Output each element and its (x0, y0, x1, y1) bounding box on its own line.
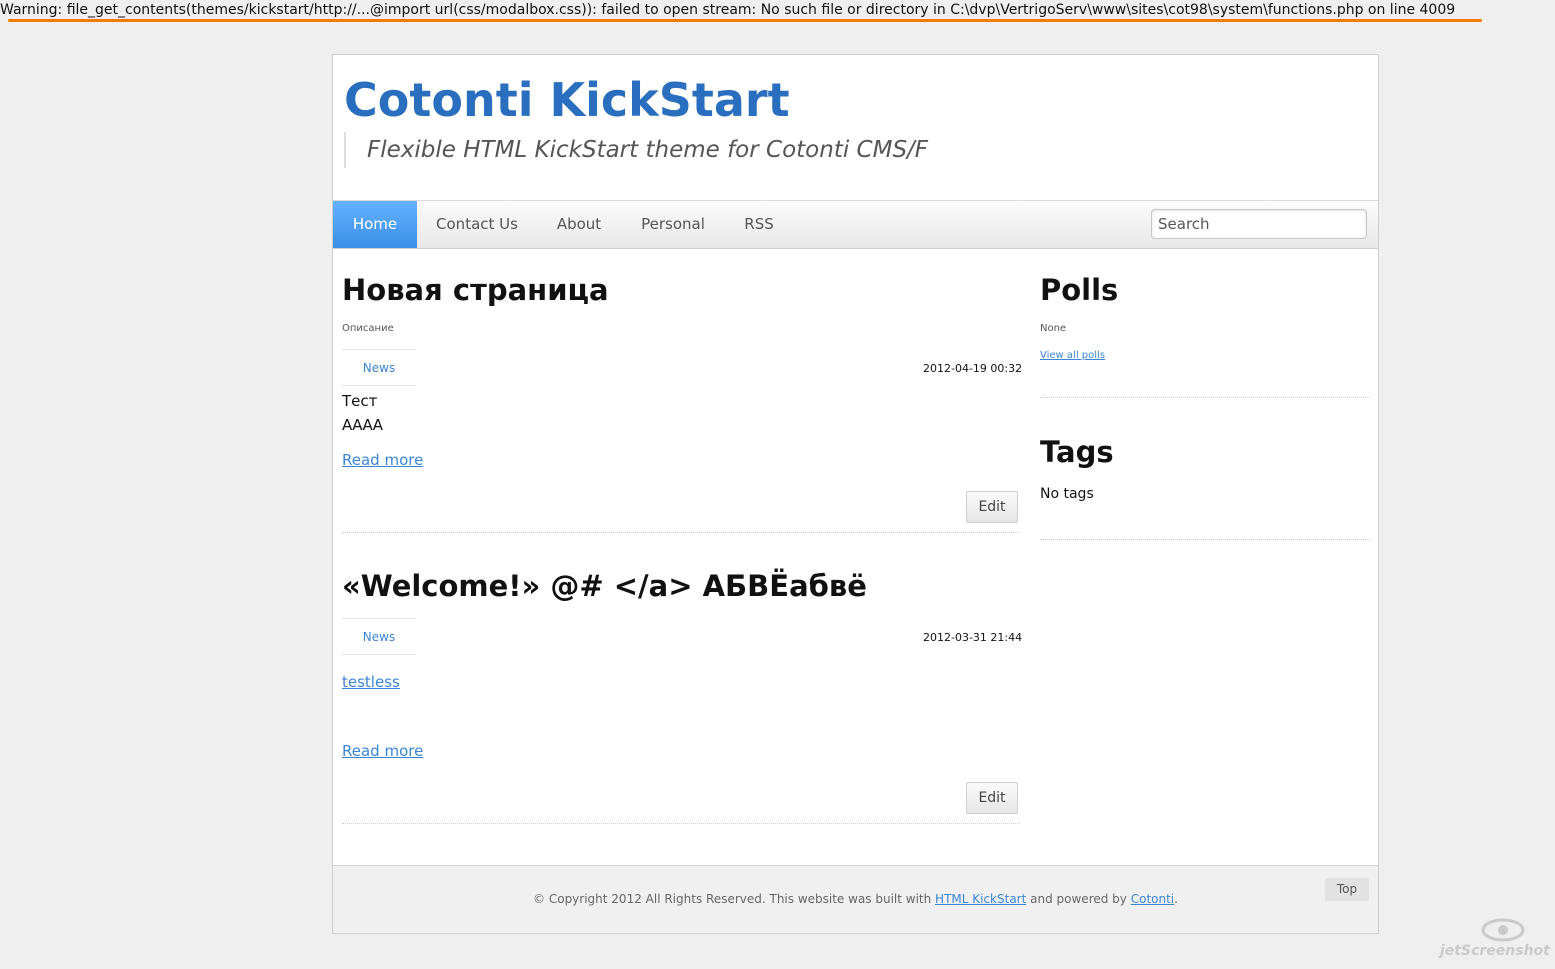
post-title[interactable]: «Welcome!» @# </a> АБВЁабвё (342, 569, 867, 603)
view-all-polls-link[interactable]: View all polls (1040, 350, 1105, 361)
tags-text: No tags (1040, 486, 1094, 502)
footer-copyright: © Copyright 2012 All Rights Reserved. Th… (333, 892, 1378, 906)
read-more-link[interactable]: Read more (342, 742, 423, 760)
post-title[interactable]: Новая страница (342, 273, 609, 307)
nav-item-about[interactable]: About (537, 201, 621, 248)
back-to-top-button[interactable]: Top (1325, 878, 1369, 901)
post-body-line: АААА (342, 416, 384, 434)
site-tagline: Flexible HTML KickStart theme for Cotont… (344, 132, 928, 168)
polls-none-text: None (1040, 323, 1067, 334)
main-navigation: Home Contact Us About Personal RSS (333, 200, 1378, 249)
post-date: 2012-03-31 21:44 (923, 631, 1023, 644)
post-divider (342, 532, 1020, 533)
post-category-link[interactable]: News (342, 618, 416, 655)
tags-title: Tags (1040, 435, 1114, 469)
warning-underline (8, 19, 1482, 22)
nav-item-personal[interactable]: Personal (621, 201, 725, 248)
read-more-link[interactable]: Read more (342, 451, 423, 469)
eye-logo-icon (1481, 918, 1525, 942)
nav-item-rss[interactable]: RSS (725, 201, 793, 248)
nav-item-home[interactable]: Home (333, 201, 417, 248)
edit-button[interactable]: Edit (966, 782, 1018, 814)
nav-item-contact-us[interactable]: Contact Us (417, 201, 537, 248)
sidebar-divider (1040, 397, 1370, 398)
page-footer: © Copyright 2012 All Rights Reserved. Th… (333, 865, 1378, 933)
footer-text-part: . (1174, 892, 1178, 906)
site-title[interactable]: Cotonti KickStart (344, 73, 790, 127)
post-date: 2012-04-19 00:32 (923, 362, 1023, 375)
footer-text-part: and powered by (1026, 892, 1131, 906)
post-category-link[interactable]: News (342, 349, 416, 386)
html-kickstart-link[interactable]: HTML KickStart (935, 892, 1026, 906)
post-divider (342, 823, 1020, 824)
jetscreenshot-watermark: jetScreenshot (1440, 915, 1550, 965)
edit-button[interactable]: Edit (966, 491, 1018, 523)
search-input[interactable] (1151, 209, 1367, 239)
post-body-line: Тест (342, 392, 378, 410)
watermark-text: jetScreenshot (1440, 943, 1550, 959)
warning-text: Warning: file_get_contents(themes/kickst… (0, 2, 1456, 18)
page-container: Cotonti KickStart Flexible HTML KickStar… (332, 54, 1379, 934)
post-body-link[interactable]: testless (342, 673, 400, 691)
cotonti-link[interactable]: Cotonti (1131, 892, 1174, 906)
sidebar-divider (1040, 539, 1370, 540)
polls-title: Polls (1040, 273, 1119, 307)
footer-text-part: © Copyright 2012 All Rights Reserved. Th… (533, 892, 936, 906)
post-description: Описание (342, 323, 394, 334)
